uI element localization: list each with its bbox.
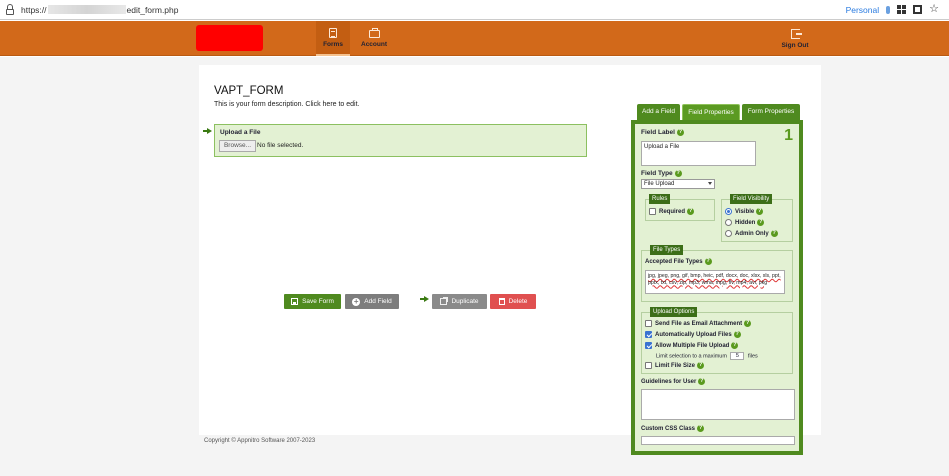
browse-button[interactable]: Browse... (219, 140, 256, 152)
no-file-text: No file selected. (257, 142, 304, 149)
nav-account[interactable]: Account (356, 21, 392, 56)
limit-selection-row: Limit selection to a maximum 5 files (656, 352, 758, 360)
guidelines-title: Guidelines for User? (641, 378, 706, 386)
form-icon (329, 27, 337, 38)
field-preview-label: Upload a File (220, 129, 261, 136)
tab-form-properties[interactable]: Form Properties (742, 104, 800, 120)
multi-upload-checkbox[interactable] (645, 342, 652, 349)
tab-add-field[interactable]: Add a Field (637, 104, 680, 120)
duplicate-button[interactable]: Duplicate (432, 294, 487, 309)
help-icon[interactable]: ? (674, 170, 682, 177)
field-type-title: Field Type? (641, 170, 682, 178)
rules-legend: Rules (649, 194, 671, 204)
lock-icon (5, 4, 15, 15)
qr-code-icon[interactable] (913, 5, 923, 14)
help-icon[interactable]: ? (676, 129, 684, 136)
help-icon[interactable]: ? (698, 378, 706, 385)
property-tabs: Add a Field Field Properties Form Proper… (637, 104, 800, 120)
help-icon[interactable]: ? (687, 208, 695, 215)
multi-upload-option[interactable]: Allow Multiple File Upload? (645, 342, 739, 349)
custom-css-title: Custom CSS Class? (641, 425, 705, 433)
send-email-option[interactable]: Send File as Email Attachment? (645, 320, 752, 327)
accepted-file-types-textarea[interactable]: jpg, jpeg, png, gif, bmp, heic, pdf, doc… (645, 270, 785, 294)
browser-address-bar: https:// edit_form.php Personal ☆ (0, 0, 949, 20)
help-icon[interactable]: ? (744, 320, 752, 327)
trash-icon (498, 298, 505, 305)
form-title[interactable]: VAPT_FORM (214, 85, 283, 97)
extensions-grid-icon[interactable] (897, 5, 907, 14)
help-icon[interactable]: ? (697, 362, 705, 369)
redacted-logo[interactable] (196, 25, 263, 51)
save-icon (291, 298, 299, 305)
top-navigation: Forms Account Sign Out (0, 21, 949, 56)
redacted-url-segment (47, 5, 126, 14)
plus-icon: + (352, 296, 361, 306)
visible-radio[interactable] (725, 208, 732, 215)
duplicate-icon (440, 298, 448, 305)
upload-field-preview[interactable]: Upload a File Browse... No file selected… (214, 124, 587, 157)
send-email-checkbox[interactable] (645, 320, 652, 327)
nav-sign-out[interactable]: Sign Out (778, 21, 812, 56)
field-label-title: Field Label? (641, 129, 684, 137)
help-icon[interactable]: ? (697, 425, 705, 432)
help-icon[interactable]: ? (770, 230, 778, 237)
nav-forms[interactable]: Forms (316, 21, 350, 56)
visible-option[interactable]: Visible? (725, 208, 764, 215)
help-icon[interactable]: ? (756, 208, 764, 215)
auto-upload-option[interactable]: Automatically Upload Files? (645, 331, 741, 338)
field-number: 1 (784, 127, 793, 144)
help-icon[interactable]: ? (757, 219, 765, 226)
visibility-legend: Field Visibility (730, 194, 773, 204)
limit-size-option[interactable]: Limit File Size? (645, 362, 705, 369)
auto-upload-checkbox[interactable] (645, 331, 652, 338)
delete-button[interactable]: Delete (490, 294, 536, 309)
add-field-button[interactable]: + Add Field (345, 294, 399, 309)
accepted-file-types-title: Accepted File Types? (645, 258, 712, 266)
help-icon[interactable]: ? (733, 331, 741, 338)
admin-only-radio[interactable] (725, 230, 732, 237)
upload-options-legend: Upload Options (650, 307, 698, 317)
tab-field-properties[interactable]: Field Properties (682, 104, 740, 120)
help-icon[interactable]: ? (704, 258, 712, 265)
footer-copyright: Copyright © Appnitro Software 2007-2023 (204, 438, 316, 444)
arrow-right-icon (420, 296, 429, 302)
hidden-option[interactable]: Hidden? (725, 219, 765, 226)
guidelines-textarea[interactable] (641, 389, 795, 420)
save-form-button[interactable]: Save Form (284, 294, 341, 309)
required-checkbox[interactable] (649, 208, 656, 215)
required-option[interactable]: Required? (649, 208, 695, 215)
chevron-down-icon (708, 182, 712, 185)
file-types-legend: File Types (650, 245, 684, 255)
sign-out-icon (790, 28, 802, 39)
custom-css-input[interactable] (641, 436, 795, 445)
limit-size-checkbox[interactable] (645, 362, 652, 369)
url-field[interactable]: https:// edit_form.php (21, 5, 179, 15)
help-icon[interactable]: ? (731, 342, 739, 349)
limit-count-input[interactable]: 5 (730, 352, 745, 360)
field-label-textarea[interactable]: Upload a File (641, 141, 756, 166)
form-description[interactable]: This is your form description. Click her… (214, 101, 360, 108)
briefcase-icon (368, 27, 380, 38)
selected-field-arrow-icon (203, 128, 212, 134)
admin-only-option[interactable]: Admin Only? (725, 230, 778, 237)
hidden-radio[interactable] (725, 219, 732, 226)
field-properties-panel: 1 Field Label? Upload a File Field Type?… (631, 120, 803, 455)
profile-label[interactable]: Personal (846, 5, 880, 15)
field-type-select[interactable]: File Upload (641, 179, 715, 189)
mic-icon[interactable] (886, 5, 891, 14)
bookmark-star-icon[interactable]: ☆ (929, 4, 939, 15)
